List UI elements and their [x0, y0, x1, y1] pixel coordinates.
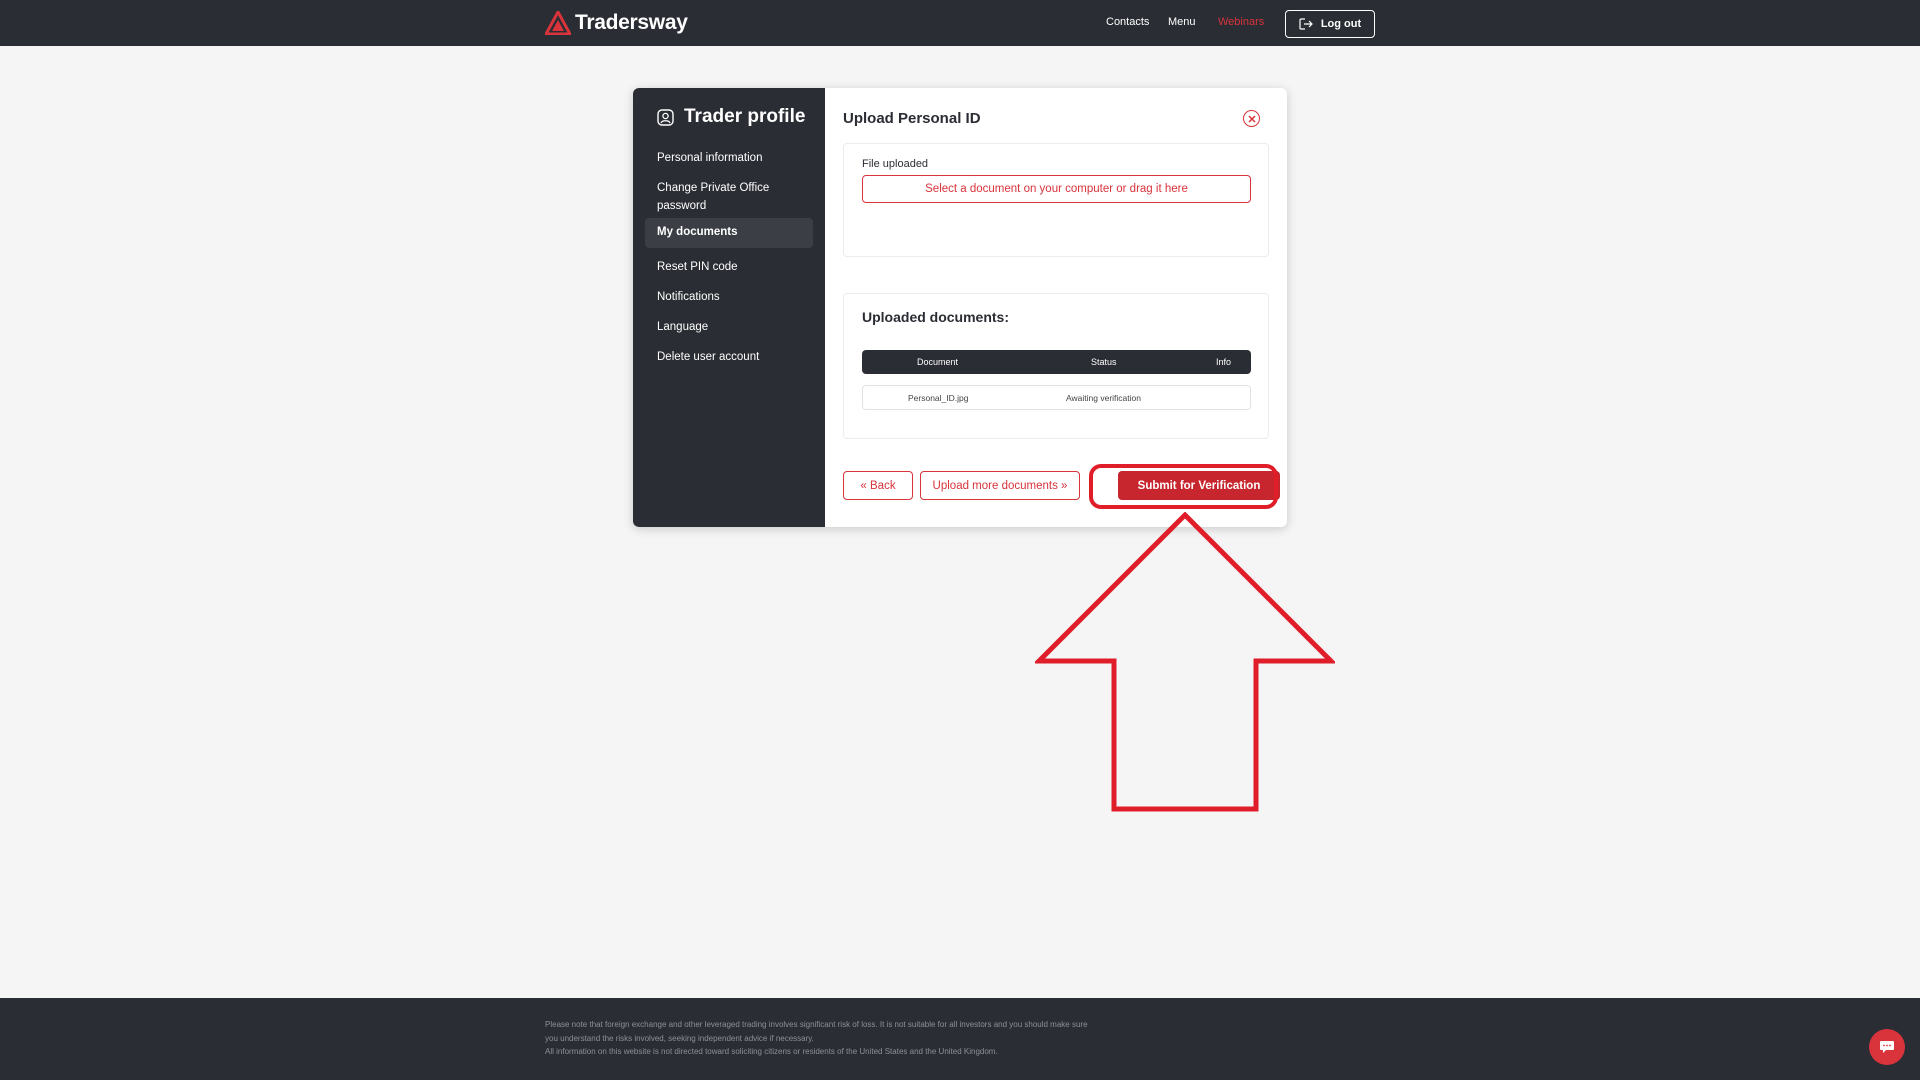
close-icon: [1247, 114, 1256, 123]
upload-panel: Upload Personal ID File uploaded Select …: [825, 88, 1287, 527]
risk-disclaimer: Please note that foreign exchange and ot…: [545, 1018, 1145, 1059]
sidebar-title: Trader profile: [684, 106, 806, 127]
brand-name: Tradersway: [575, 11, 688, 34]
sidebar-item-language[interactable]: Language: [645, 313, 813, 341]
table-row[interactable]: Personal_ID.jpg Awaiting verification: [862, 385, 1251, 410]
top-navigation-bar: Tradersway Contacts Menu Webinars Log ou…: [0, 0, 1920, 46]
back-button[interactable]: « Back: [843, 471, 913, 500]
chat-bubble-icon: [1880, 1040, 1894, 1053]
document-status-cell: Awaiting verification: [1066, 393, 1141, 403]
page-footer: Please note that foreign exchange and ot…: [0, 998, 1920, 1080]
sidebar-header: Trader profile: [657, 106, 805, 128]
disclaimer-line: you understand the risks involved, seeki…: [545, 1033, 814, 1043]
user-circle-icon: [657, 108, 674, 126]
disclaimer-line: Please note that foreign exchange and ot…: [545, 1020, 1088, 1029]
sidebar-item-change-password[interactable]: Change Private Office password: [645, 174, 813, 220]
sidebar-item-my-documents[interactable]: My documents: [645, 218, 813, 248]
sidebar-item-personal-information[interactable]: Personal information: [645, 144, 813, 172]
documents-table-header: Document Status Info: [862, 350, 1251, 374]
nav-webinars-link[interactable]: Webinars: [1218, 16, 1264, 28]
profile-card: Trader profile Personal information Chan…: [633, 88, 1287, 527]
page-title: Upload Personal ID: [843, 110, 981, 127]
logout-icon: [1299, 18, 1313, 30]
uploaded-documents-title: Uploaded documents:: [862, 309, 1010, 325]
up-arrow-annotation-icon: [1035, 512, 1335, 812]
profile-sidebar: Trader profile Personal information Chan…: [633, 88, 825, 527]
upload-more-documents-button[interactable]: Upload more documents »: [920, 471, 1080, 500]
sidebar-item-delete-account[interactable]: Delete user account: [645, 343, 813, 371]
file-uploaded-label: File uploaded: [862, 158, 929, 170]
close-button[interactable]: [1243, 110, 1260, 127]
column-header-info: Info: [1216, 357, 1232, 367]
file-drop-zone[interactable]: Select a document on your computer or dr…: [862, 175, 1251, 203]
sidebar-item-reset-pin[interactable]: Reset PIN code: [645, 253, 813, 281]
file-upload-section: File uploaded Select a document on your …: [843, 143, 1269, 257]
column-header-document: Document: [917, 357, 959, 367]
nav-menu-link[interactable]: Menu: [1168, 16, 1196, 28]
chat-button[interactable]: [1869, 1029, 1905, 1065]
uploaded-documents-section: Uploaded documents: Document Status Info…: [843, 293, 1269, 439]
document-name-cell: Personal_ID.jpg: [908, 393, 969, 403]
brand-logo[interactable]: Tradersway: [545, 10, 688, 36]
triangle-logo-icon: [545, 11, 571, 35]
sidebar-item-notifications[interactable]: Notifications: [645, 283, 813, 311]
nav-contacts-link[interactable]: Contacts: [1106, 16, 1149, 28]
highlight-ring-annotation: [1089, 464, 1278, 509]
disclaimer-line: All information on this website is not d…: [545, 1047, 998, 1056]
column-header-status: Status: [1091, 357, 1117, 367]
logout-label: Log out: [1320, 18, 1362, 30]
logout-button[interactable]: Log out: [1285, 10, 1375, 38]
